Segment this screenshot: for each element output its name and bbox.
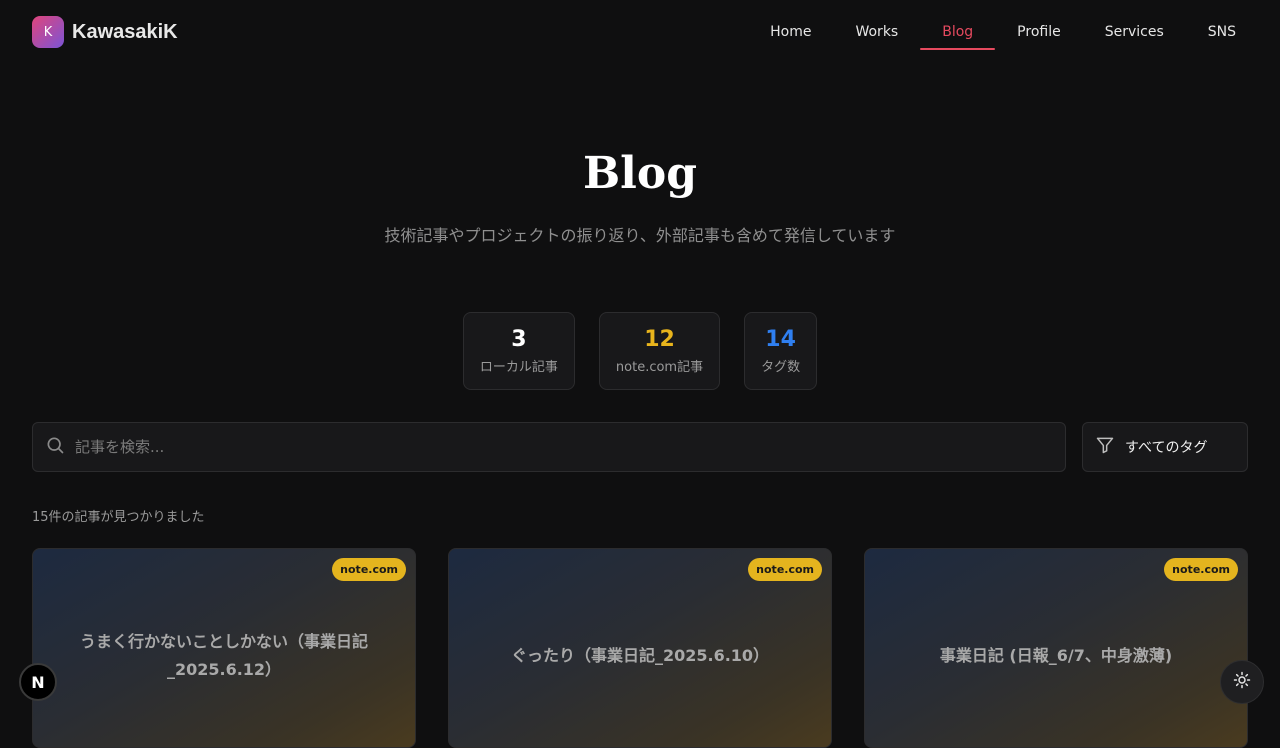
filter-icon	[1095, 435, 1115, 459]
article-title: ぐったり（事業日記_2025.6.10）	[510, 646, 770, 665]
result-count: 15件の記事が見つかりました	[32, 510, 205, 525]
source-badge: note.com	[1164, 558, 1238, 581]
nav-item-profile[interactable]: Profile	[995, 0, 1083, 64]
article-list: note.com うまく行かないことしかない（事業日記_2025.6.12） n…	[32, 548, 1248, 748]
article-title: うまく行かないことしかない（事業日記_2025.6.12）	[79, 632, 368, 679]
stat-label: note.com記事	[615, 360, 704, 375]
nav-item-blog[interactable]: Blog	[920, 0, 996, 64]
source-badge: note.com	[748, 558, 822, 581]
nav-item-services[interactable]: Services	[1083, 0, 1186, 64]
tag-filter-select[interactable]: すべてのタグ	[1082, 422, 1248, 472]
nav-item-works[interactable]: Works	[833, 0, 920, 64]
stat-label: タグ数	[761, 360, 801, 375]
theme-toggle-button[interactable]	[1220, 660, 1264, 704]
nav-item-sns[interactable]: SNS	[1186, 0, 1248, 64]
logo-badge: K	[32, 16, 64, 48]
tag-filter-label: すべてのタグ	[1125, 440, 1208, 456]
brand[interactable]: K KawasakiK	[32, 16, 178, 48]
site-header: K KawasakiK Home Works Blog Profile Serv…	[0, 0, 1280, 64]
search-icon	[45, 435, 65, 459]
page-title: Blog	[582, 148, 698, 199]
article-title: 事業日記 (日報_6/7、中身激薄)	[939, 646, 1173, 665]
article-card[interactable]: note.com ぐったり（事業日記_2025.6.10）	[448, 548, 832, 748]
page-subtitle: 技術記事やプロジェクトの振り返り、外部記事も含めて発信しています	[384, 226, 896, 245]
brand-name: KawasakiK	[72, 20, 178, 43]
stats-row: 3 ローカル記事 12 note.com記事 14 タグ数	[0, 312, 1280, 390]
stat-value: 12	[644, 327, 675, 352]
stat-local-articles: 3 ローカル記事	[462, 312, 575, 390]
article-card[interactable]: note.com うまく行かないことしかない（事業日記_2025.6.12）	[32, 548, 416, 748]
stat-label: ローカル記事	[479, 360, 558, 375]
main-nav: Home Works Blog Profile Services SNS	[748, 0, 1248, 64]
stat-tag-count: 14 タグ数	[744, 312, 818, 390]
source-badge: note.com	[332, 558, 406, 581]
nextjs-devtools-button[interactable]: N	[19, 663, 57, 701]
search-box[interactable]	[32, 422, 1066, 472]
search-input[interactable]	[65, 423, 1065, 471]
article-card[interactable]: note.com 事業日記 (日報_6/7、中身激薄)	[864, 548, 1248, 748]
stat-note-articles: 12 note.com記事	[598, 312, 721, 390]
sun-icon	[1233, 671, 1251, 693]
stat-value: 3	[511, 327, 527, 352]
nav-item-home[interactable]: Home	[748, 0, 833, 64]
stat-value: 14	[765, 327, 796, 352]
